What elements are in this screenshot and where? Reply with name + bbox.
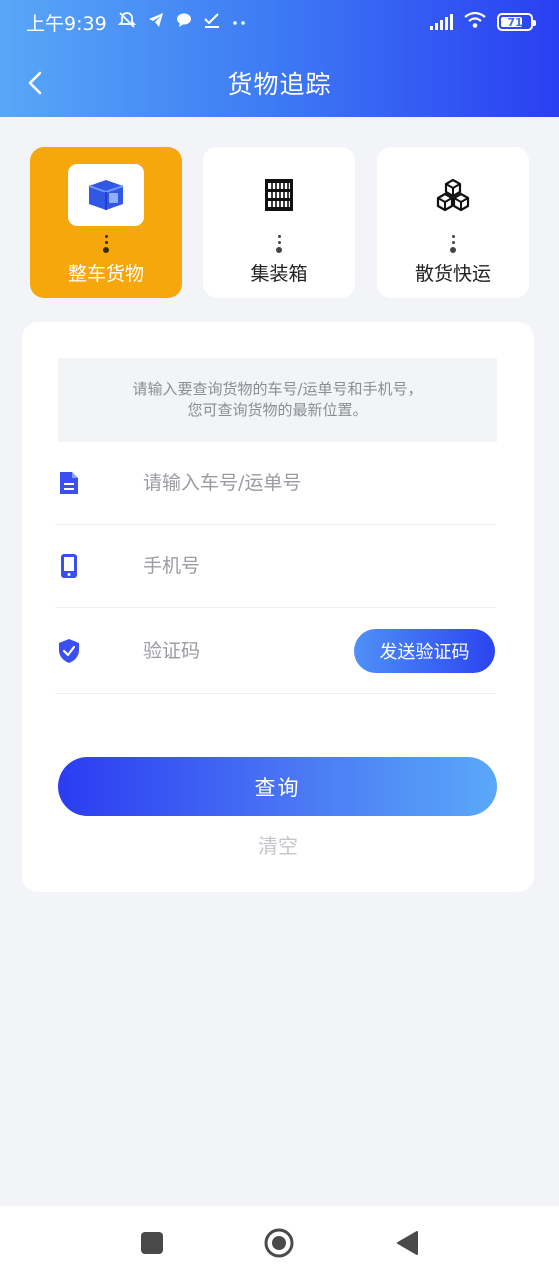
phone-row	[55, 525, 495, 608]
waybill-row	[55, 442, 495, 525]
bell-off-icon	[117, 10, 137, 35]
query-button[interactable]: 查询	[58, 757, 497, 816]
document-icon	[57, 469, 81, 497]
query-form-card: 请输入要查询货物的车号/运单号和手机号， 您可查询货物的最新位置。 发送验证码 …	[22, 322, 534, 892]
box-icon	[88, 180, 124, 210]
cargo-type-tabs: 整车货物 集装箱 散货快运	[30, 147, 529, 298]
waybill-input[interactable]	[143, 472, 343, 494]
tab-container[interactable]: 集装箱	[203, 147, 355, 298]
square-icon	[141, 1232, 163, 1254]
code-input[interactable]	[143, 639, 323, 662]
status-time: 上午9:39	[26, 12, 107, 35]
back-nav-button[interactable]	[390, 1226, 424, 1260]
container-icon	[265, 179, 293, 211]
shield-check-icon	[57, 637, 81, 665]
home-button[interactable]	[262, 1226, 296, 1260]
page-title: 货物追踪	[227, 70, 332, 99]
triangle-left-icon	[397, 1231, 418, 1255]
circle-icon	[264, 1228, 294, 1258]
status-bar: 上午9:39 71	[0, 0, 559, 44]
send-code-button[interactable]: 发送验证码	[354, 628, 495, 673]
header: 上午9:39 71 货物追踪	[0, 0, 559, 117]
cubes-icon	[436, 178, 470, 212]
phone-icon	[57, 552, 81, 580]
chevron-left-icon	[28, 71, 42, 95]
tab-label: 集装箱	[250, 263, 308, 285]
query-tip: 请输入要查询货物的车号/运单号和手机号， 您可查询货物的最新位置。	[58, 358, 497, 442]
system-nav-bar	[0, 1206, 559, 1280]
recent-apps-button[interactable]	[135, 1226, 169, 1260]
more-icon	[231, 12, 247, 32]
tab-label: 整车货物	[67, 263, 144, 285]
check-icon	[203, 11, 221, 34]
clear-button[interactable]: 清空	[22, 830, 534, 859]
tab-label: 散货快运	[414, 263, 491, 285]
tab-bulk-express[interactable]: 散货快运	[377, 147, 529, 298]
telegram-icon	[147, 11, 165, 34]
chat-icon	[175, 11, 193, 34]
code-row: 发送验证码	[55, 608, 495, 694]
battery-icon: 71	[497, 13, 536, 31]
wifi-icon	[463, 11, 487, 34]
tab-whole-vehicle[interactable]: 整车货物	[30, 147, 182, 298]
back-button[interactable]	[18, 64, 52, 102]
phone-input[interactable]	[143, 555, 343, 577]
signal-icon	[430, 14, 453, 30]
battery-level: 71	[507, 15, 523, 29]
navbar: 货物追踪	[0, 50, 559, 116]
